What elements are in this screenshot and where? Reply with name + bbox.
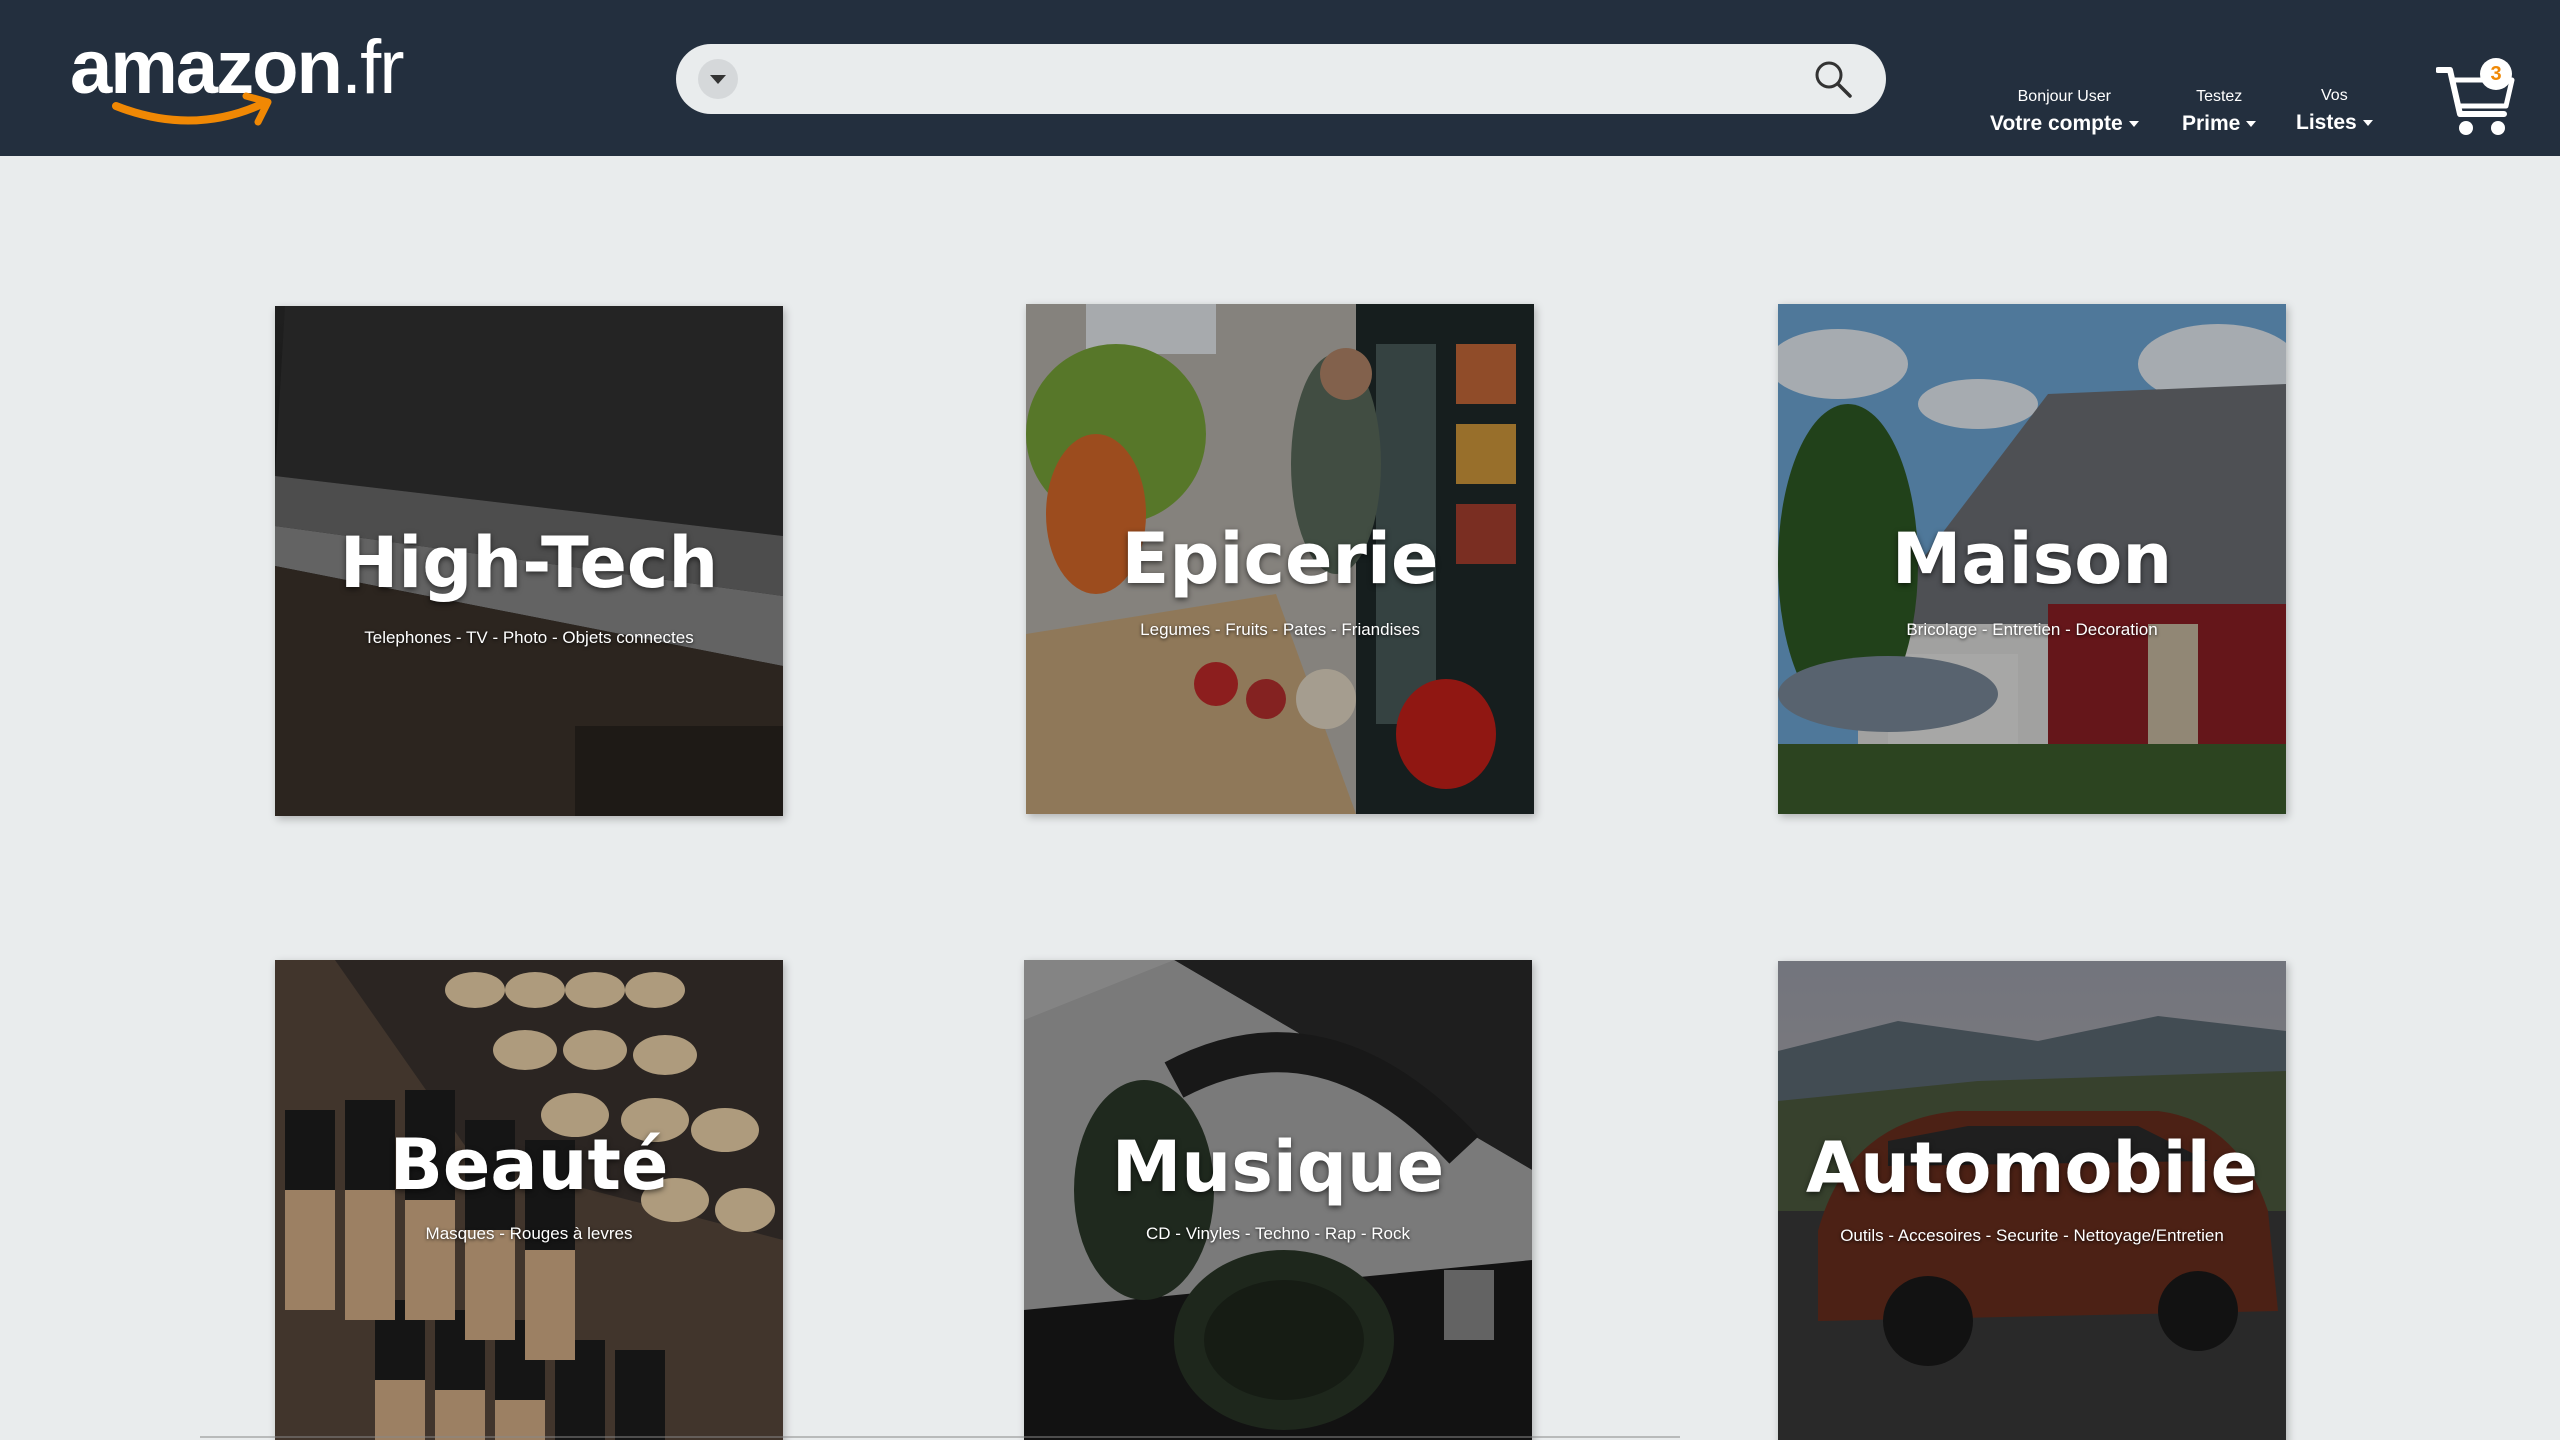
lists-small-label: Vos [2321, 87, 2348, 104]
category-subtitle: Telephones - TV - Photo - Objets connect… [364, 628, 694, 647]
category-subtitle: CD - Vinyles - Techno - Rap - Rock [1146, 1224, 1410, 1243]
category-title: Musique [1111, 1126, 1445, 1208]
category-subtitle: Outils - Accesoires - Securite - Nettoya… [1840, 1226, 2224, 1245]
chevron-down-icon [2246, 121, 2257, 128]
prime-label: Prime [2182, 112, 2241, 135]
category-tile-maison[interactable]: Maison Bricolage - Entretien - Decoratio… [1778, 304, 2286, 814]
chevron-down-icon [2362, 120, 2373, 127]
category-tile-musique[interactable]: Musique CD - Vinyles - Techno - Rap - Ro… [1024, 960, 1532, 1440]
page-divider [200, 1436, 1680, 1438]
lists-menu[interactable]: Vos Listes [2296, 87, 2373, 135]
amazon-logo[interactable]: amazon.fr [70, 26, 405, 136]
search-category-dropdown[interactable] [698, 59, 738, 99]
account-greeting: Bonjour User [2017, 88, 2111, 105]
chevron-down-icon [2128, 121, 2139, 128]
category-tile-beaute[interactable]: Beauté Masques - Rouges à levres [275, 960, 783, 1440]
prime-menu[interactable]: Testez Prime [2182, 88, 2257, 136]
category-title: High-Tech [339, 522, 719, 604]
search-bar [676, 44, 1886, 114]
cart-count-badge: 3 [2480, 58, 2512, 90]
category-title: Beauté [389, 1124, 669, 1206]
prime-small-label: Testez [2196, 88, 2243, 105]
lists-label: Listes [2296, 111, 2357, 134]
category-tile-epicerie[interactable]: Epicerie Legumes - Fruits - Pates - Fria… [1026, 304, 1534, 814]
category-subtitle: Bricolage - Entretien - Decoration [1906, 620, 2158, 639]
category-subtitle: Masques - Rouges à levres [425, 1224, 633, 1243]
category-tile-high-tech[interactable]: High-Tech Telephones - TV - Photo - Obje… [275, 306, 783, 816]
category-title: Maison [1891, 518, 2173, 600]
smile-arrow-icon [112, 92, 272, 126]
logo-tld-text: .fr [340, 25, 405, 110]
top-nav-bar: amazon.fr Bonjour User Votre compte Test… [0, 0, 2560, 156]
category-subtitle: Legumes - Fruits - Pates - Friandises [1140, 620, 1420, 639]
category-tile-automobile[interactable]: Automobile Outils - Accesoires - Securit… [1778, 961, 2286, 1440]
account-label: Votre compte [1990, 112, 2123, 135]
search-icon[interactable] [1812, 58, 1854, 100]
search-input[interactable] [756, 54, 1756, 104]
category-title: Epicerie [1121, 518, 1439, 600]
category-title: Automobile [1805, 1127, 2259, 1209]
account-menu[interactable]: Bonjour User Votre compte [1990, 88, 2139, 136]
